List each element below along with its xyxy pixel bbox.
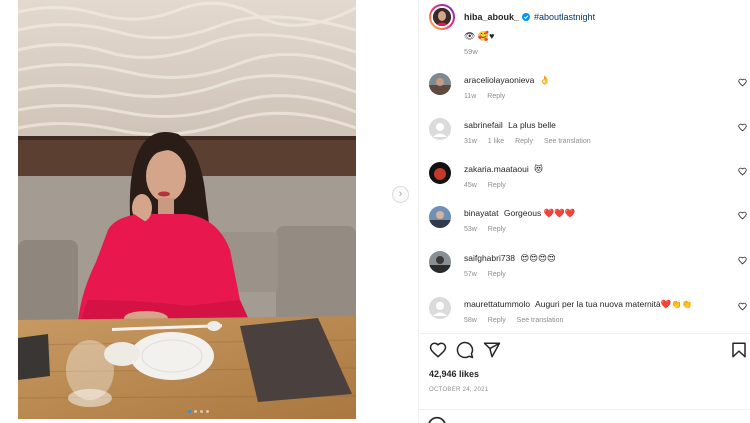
avatar-image: [429, 73, 451, 95]
comment-age[interactable]: 11w: [464, 93, 476, 100]
comment-age[interactable]: 57w: [464, 271, 477, 278]
commenter-username[interactable]: zakaria.maataoui: [464, 164, 529, 174]
avatar-image: [433, 8, 451, 26]
reply-link[interactable]: Reply: [488, 182, 506, 189]
comment-body: 😻: [534, 164, 543, 174]
reply-link[interactable]: Reply: [488, 271, 506, 278]
comment-like-count[interactable]: 1 like: [488, 138, 504, 145]
comment-item: araceliolayaonieva 👌 11w Reply: [429, 73, 749, 109]
reply-link[interactable]: Reply: [488, 226, 506, 233]
comment-item: sabrinefail La plus belle 31w 1 like Rep…: [429, 118, 749, 154]
comment-text-line: saifghabri738 😍😍😍😍: [464, 253, 556, 264]
comment-body: La plus belle: [508, 120, 556, 130]
avatar-image: [429, 162, 451, 184]
avatar-image: [429, 206, 451, 228]
caption-timestamp[interactable]: 59w: [464, 47, 478, 56]
see-translation-link[interactable]: See translation: [517, 317, 564, 324]
comment-text-line: binayatat Gorgeous ❤️❤️❤️: [464, 208, 575, 219]
section-divider: [419, 333, 750, 334]
see-translation-link[interactable]: See translation: [544, 138, 591, 145]
commenter-username[interactable]: araceliolayaonieva: [464, 75, 534, 85]
reply-link[interactable]: Reply: [487, 93, 505, 100]
verified-badge-icon: [522, 13, 531, 21]
like-count[interactable]: 42,946 likes: [429, 369, 479, 379]
comment-body: 👌: [539, 75, 551, 85]
comment-meta: 31w 1 like Reply See translation: [464, 138, 600, 145]
carousel-dots: [188, 410, 209, 413]
comment-item: binayatat Gorgeous ❤️❤️❤️ 53w Reply: [429, 206, 749, 242]
comment-meta: 57w Reply: [464, 271, 515, 278]
comment-item: maurettatummolo Auguri per la tua nuova …: [429, 297, 749, 333]
commenter-username[interactable]: saifghabri738: [464, 253, 515, 263]
comment-item: saifghabri738 😍😍😍😍 57w Reply: [429, 251, 749, 287]
comment-item: zakaria.maataoui 😻 45w Reply: [429, 162, 749, 198]
comment-meta: 58w Reply See translation: [464, 317, 572, 324]
carousel-dot[interactable]: [206, 410, 209, 413]
comment-body: Auguri per la tua nuova maternità❤️👏👏: [535, 299, 693, 309]
post-media-pane: ›: [0, 0, 418, 423]
share-icon[interactable]: [483, 341, 501, 359]
bookmark-icon[interactable]: [730, 341, 748, 359]
emoji-icon[interactable]: [427, 416, 447, 423]
comment-icon[interactable]: [456, 341, 474, 359]
default-avatar-icon: [429, 118, 451, 140]
heart-icon[interactable]: [738, 211, 747, 220]
heart-icon[interactable]: [429, 341, 447, 359]
heart-icon[interactable]: [738, 78, 747, 87]
comment-text-line: sabrinefail La plus belle: [464, 120, 556, 130]
avatar-image: [429, 251, 451, 273]
comment-body: 😍😍😍😍: [520, 253, 556, 263]
comment-text-line: maurettatummolo Auguri per la tua nuova …: [464, 299, 692, 310]
carousel-dot[interactable]: [194, 410, 197, 413]
post-details-panel: hiba_abouk_ #aboutlastnight 👁 🥰♥ 59w ara…: [418, 0, 750, 423]
heart-icon[interactable]: [738, 302, 747, 311]
comment-age[interactable]: 58w: [464, 317, 477, 324]
commenter-avatar[interactable]: [429, 251, 451, 273]
default-avatar-icon: [429, 297, 451, 319]
caption-emojis: 👁 🥰♥: [464, 31, 495, 41]
commenter-avatar[interactable]: [429, 162, 451, 184]
commenter-username[interactable]: maurettatummolo: [464, 299, 530, 309]
post-photo[interactable]: [18, 0, 356, 419]
carousel-dot[interactable]: [200, 410, 203, 413]
comment-text-line: araceliolayaonieva 👌: [464, 75, 550, 86]
commenter-avatar[interactable]: [429, 73, 451, 95]
carousel-next-button[interactable]: ›: [392, 186, 409, 203]
comment-body: Gorgeous ❤️❤️❤️: [503, 208, 576, 218]
section-divider: [419, 409, 750, 410]
caption-hashtag[interactable]: #aboutlastnight: [534, 12, 595, 22]
post-photo-image: [18, 0, 356, 419]
commenter-avatar[interactable]: [429, 118, 451, 140]
heart-icon[interactable]: [738, 256, 747, 265]
post-date[interactable]: OCTOBER 24, 2021: [429, 387, 488, 393]
reply-link[interactable]: Reply: [488, 317, 506, 324]
commenter-username[interactable]: sabrinefail: [464, 120, 503, 130]
comment-meta: 11w Reply: [464, 93, 514, 100]
comment-meta: 53w Reply: [464, 226, 515, 233]
heart-icon[interactable]: [738, 167, 747, 176]
owner-avatar[interactable]: [429, 4, 455, 30]
commenter-avatar[interactable]: [429, 206, 451, 228]
comment-age[interactable]: 31w: [464, 138, 477, 145]
comment-text-line: zakaria.maataoui 😻: [464, 164, 543, 175]
commenter-username[interactable]: binayatat: [464, 208, 499, 218]
commenter-avatar[interactable]: [429, 297, 451, 319]
heart-icon[interactable]: [738, 123, 747, 132]
post-action-bar: [429, 341, 749, 361]
comment-meta: 45w Reply: [464, 182, 515, 189]
comment-age[interactable]: 45w: [464, 182, 477, 189]
post-header: hiba_abouk_ #aboutlastnight: [429, 4, 595, 30]
owner-username[interactable]: hiba_abouk_: [464, 12, 519, 22]
comment-age[interactable]: 53w: [464, 226, 477, 233]
carousel-dot[interactable]: [188, 410, 191, 413]
chevron-right-icon: ›: [398, 188, 403, 200]
reply-link[interactable]: Reply: [515, 138, 533, 145]
